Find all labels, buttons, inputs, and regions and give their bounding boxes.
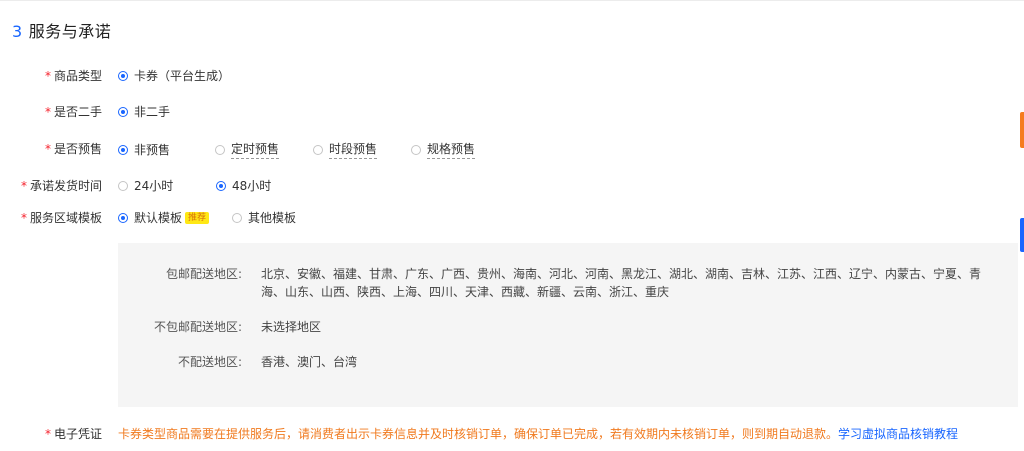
radio-not-second-hand[interactable]: 非二手 — [118, 103, 170, 120]
second-hand-options: 非二手 — [118, 103, 170, 120]
no-shipping-value: 香港、澳门、台湾 — [261, 355, 358, 369]
radio-selected-icon — [118, 212, 128, 223]
product-type-label: * 商品类型 — [44, 69, 102, 83]
radio-selected-icon — [118, 106, 128, 117]
section-title: 3 服务与承诺 — [12, 18, 111, 42]
ship-time-label: * 承诺发货时间 — [20, 179, 102, 193]
radio-unselected-icon — [313, 144, 323, 155]
presale-options: 非预售 定时预售 时段预售 规格预售 — [118, 140, 476, 159]
e-voucher-label: * 电子凭证 — [44, 427, 102, 441]
radio-timed-presale[interactable]: 定时预售 — [215, 140, 313, 159]
radio-unselected-icon — [118, 180, 128, 191]
presale-label: * 是否预售 — [44, 142, 102, 156]
radio-default-template[interactable]: 默认模板 推荐 — [118, 209, 232, 226]
e-voucher-notice: 卡券类型商品需要在提供服务后，请消费者出示卡券信息并及时核销订单，确保订单已完成… — [118, 427, 959, 441]
product-type-options: 卡券（平台生成） — [118, 67, 230, 84]
radio-unselected-icon — [232, 212, 242, 223]
section-number: 3 — [12, 22, 23, 41]
free-shipping-label: 包邮配送地区: — [165, 267, 242, 281]
side-tab-blue[interactable] — [1020, 218, 1024, 252]
not-free-shipping-value: 未选择地区 — [261, 320, 322, 334]
service-template-label: * 服务区域模板 — [20, 211, 102, 225]
radio-period-presale[interactable]: 时段预售 — [313, 140, 411, 159]
recommend-badge: 推荐 — [185, 211, 210, 224]
service-template-options: 默认模板 推荐 其他模板 — [118, 209, 296, 226]
radio-selected-icon — [216, 180, 226, 191]
top-divider — [0, 0, 1024, 1]
section-title-text: 服务与承诺 — [28, 22, 112, 41]
voucher-tutorial-link[interactable]: 学习虚拟商品核销教程 — [838, 427, 958, 441]
radio-spec-presale[interactable]: 规格预售 — [411, 140, 476, 159]
no-shipping-label: 不配送地区: — [177, 355, 242, 369]
not-free-shipping-label: 不包邮配送地区: — [153, 320, 242, 334]
ship-time-options: 24小时 48小时 — [118, 177, 271, 194]
second-hand-label: * 是否二手 — [44, 105, 102, 119]
radio-ship-48h[interactable]: 48小时 — [216, 177, 271, 194]
radio-ship-24h[interactable]: 24小时 — [118, 177, 216, 194]
shipping-region-panel: 包邮配送地区: 北京、安徽、福建、甘肃、广东、广西、贵州、海南、河北、河南、黑龙… — [118, 243, 1018, 407]
radio-selected-icon — [118, 144, 128, 155]
side-tab-orange[interactable] — [1020, 112, 1024, 148]
radio-other-template[interactable]: 其他模板 — [232, 209, 296, 226]
radio-product-type-voucher[interactable]: 卡券（平台生成） — [118, 67, 230, 84]
free-shipping-regions: 北京、安徽、福建、甘肃、广东、广西、贵州、海南、河北、河南、黑龙江、湖北、湖南、… — [261, 267, 982, 299]
radio-no-presale[interactable]: 非预售 — [118, 141, 215, 158]
radio-unselected-icon — [215, 144, 225, 155]
radio-unselected-icon — [411, 144, 421, 155]
radio-selected-icon — [118, 70, 128, 81]
